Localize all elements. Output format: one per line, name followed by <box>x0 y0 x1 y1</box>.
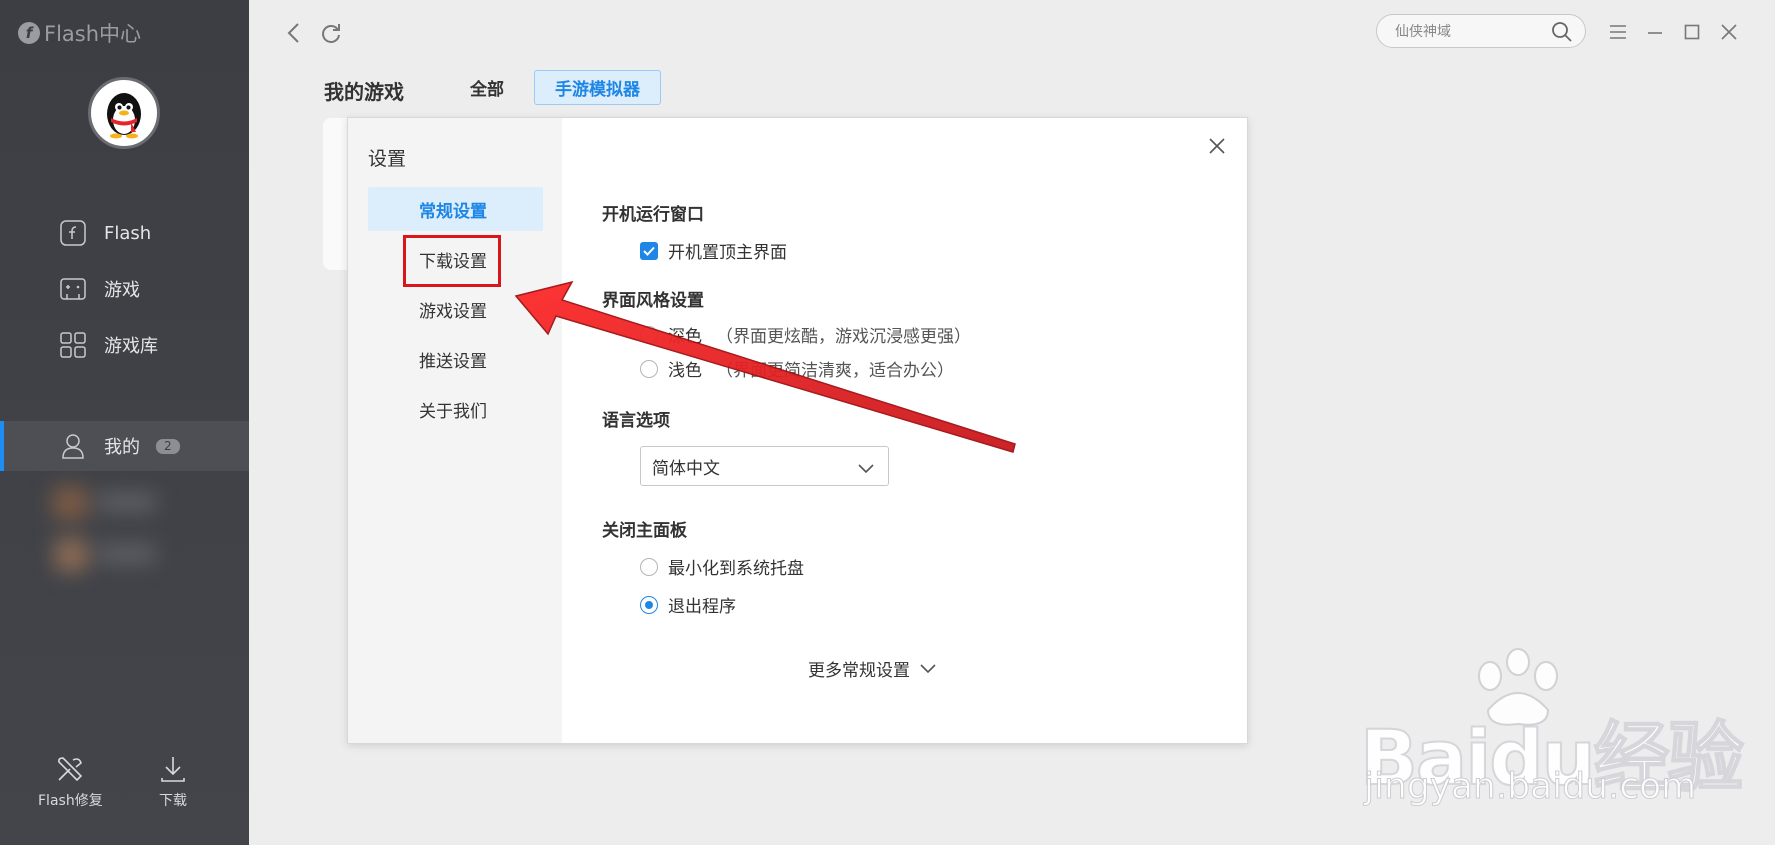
radio-light[interactable] <box>640 359 658 378</box>
settings-menu-game[interactable]: 游戏设置 <box>368 287 543 331</box>
settings-title: 设置 <box>368 148 407 170</box>
user-icon <box>59 432 87 460</box>
baidu-watermark: Baidu经验 jingyan.baidu.com <box>1359 648 1760 818</box>
theme-dark-hint: （界面更炫酷，游戏沉浸感更强） <box>716 327 971 347</box>
language-select[interactable]: 简体中文 <box>640 446 889 486</box>
chevron-down-icon <box>920 663 936 673</box>
avatar[interactable] <box>88 77 160 149</box>
search-box[interactable] <box>1376 14 1586 48</box>
flash-repair-button[interactable]: Flash修复 <box>38 754 103 810</box>
settings-menu-about[interactable]: 关于我们 <box>368 387 543 431</box>
settings-sidebar: 设置 常规设置 下载设置 游戏设置 推送设置 关于我们 <box>348 118 562 743</box>
maximize-button[interactable] <box>1680 20 1704 44</box>
back-arrow-icon <box>287 23 299 43</box>
more-general-settings[interactable]: 更多常规设置 <box>808 656 936 681</box>
watermark-url: jingyan.baidu.com <box>1363 766 1697 808</box>
nav-game-library-label: 游戏库 <box>104 336 158 357</box>
nav-games[interactable]: 游戏 <box>0 264 249 314</box>
maximize-icon <box>1684 24 1700 40</box>
tools-icon <box>58 757 83 782</box>
close-icon <box>1209 138 1225 154</box>
theme-light-option[interactable]: 浅色 （界面更简洁清爽，适合办公） <box>640 356 954 381</box>
brand: f Flash中心 <box>18 18 141 48</box>
flash-logo-icon: f <box>18 22 40 44</box>
checkbox-checked-icon[interactable] <box>640 241 658 260</box>
annotation-highlight-box <box>403 235 501 287</box>
nav-me[interactable]: 我的 2 <box>0 421 249 471</box>
menu-button[interactable] <box>1606 20 1630 44</box>
download-label: 下载 <box>159 793 187 809</box>
nav-games-label: 游戏 <box>104 280 140 301</box>
penguin-avatar-icon <box>107 93 141 139</box>
tab-mobile-emulator[interactable]: 手游模拟器 <box>534 70 661 105</box>
sidebar: f Flash中心 Flash 游戏 游戏库 我的 2 Flash修复 下载 <box>0 0 249 845</box>
minimize-button[interactable] <box>1643 20 1667 44</box>
language-value: 简体中文 <box>652 458 720 479</box>
close-minimize-label: 最小化到系统托盘 <box>668 559 804 579</box>
chevron-down-icon <box>858 459 874 479</box>
theme-section-title: 界面风格设置 <box>602 291 704 311</box>
blurred-recent-games <box>42 478 172 588</box>
close-panel-section-title: 关闭主面板 <box>602 521 687 541</box>
grid-icon <box>59 331 87 359</box>
startup-section-title: 开机运行窗口 <box>602 205 704 225</box>
radio-minimize-tray[interactable] <box>640 557 658 576</box>
gamepad-icon <box>59 275 87 303</box>
back-button[interactable] <box>280 20 306 46</box>
nav-me-badge: 2 <box>156 438 180 454</box>
settings-dialog: 设置 常规设置 下载设置 游戏设置 推送设置 关于我们 开机运行窗口 开机置顶主… <box>347 117 1248 744</box>
close-minimize-option[interactable]: 最小化到系统托盘 <box>640 554 804 579</box>
close-exit-option[interactable]: 退出程序 <box>640 592 736 617</box>
menu-icon <box>1610 25 1626 39</box>
theme-dark-option[interactable]: 深色 （界面更炫酷，游戏沉浸感更强） <box>640 322 971 347</box>
close-exit-label: 退出程序 <box>668 597 736 617</box>
close-window-button[interactable] <box>1717 20 1741 44</box>
search-icon[interactable] <box>1551 21 1573 47</box>
refresh-button[interactable] <box>318 20 344 46</box>
nav-flash-label: Flash <box>104 222 152 244</box>
flash-icon <box>59 219 87 247</box>
more-general-settings-label: 更多常规设置 <box>808 661 910 681</box>
minimize-icon <box>1648 32 1662 34</box>
brand-name: Flash中心 <box>44 22 142 46</box>
radio-exit-selected[interactable] <box>640 595 658 614</box>
theme-dark-label: 深色 <box>668 327 702 347</box>
settings-menu-general[interactable]: 常规设置 <box>368 187 543 231</box>
page-title: 我的游戏 <box>324 80 404 104</box>
nav-game-library[interactable]: 游戏库 <box>0 320 249 370</box>
close-icon <box>1721 24 1737 40</box>
download-button[interactable]: 下载 <box>158 754 188 810</box>
language-section-title: 语言选项 <box>602 411 670 431</box>
theme-light-label: 浅色 <box>668 361 702 381</box>
dialog-close-button[interactable] <box>1205 134 1229 158</box>
refresh-icon <box>322 24 340 43</box>
search-input[interactable] <box>1395 22 1545 42</box>
startup-top-label: 开机置顶主界面 <box>668 243 787 263</box>
theme-light-hint: （界面更简洁清爽，适合办公） <box>716 361 954 381</box>
flash-repair-label: Flash修复 <box>38 793 103 809</box>
nav-flash[interactable]: Flash <box>0 208 249 258</box>
tab-all[interactable]: 全部 <box>450 70 524 105</box>
settings-menu-push[interactable]: 推送设置 <box>368 337 543 381</box>
nav-me-label: 我的 <box>104 437 140 458</box>
startup-top-checkbox[interactable]: 开机置顶主界面 <box>640 238 787 263</box>
download-icon <box>161 757 185 782</box>
radio-dark[interactable] <box>640 325 658 344</box>
